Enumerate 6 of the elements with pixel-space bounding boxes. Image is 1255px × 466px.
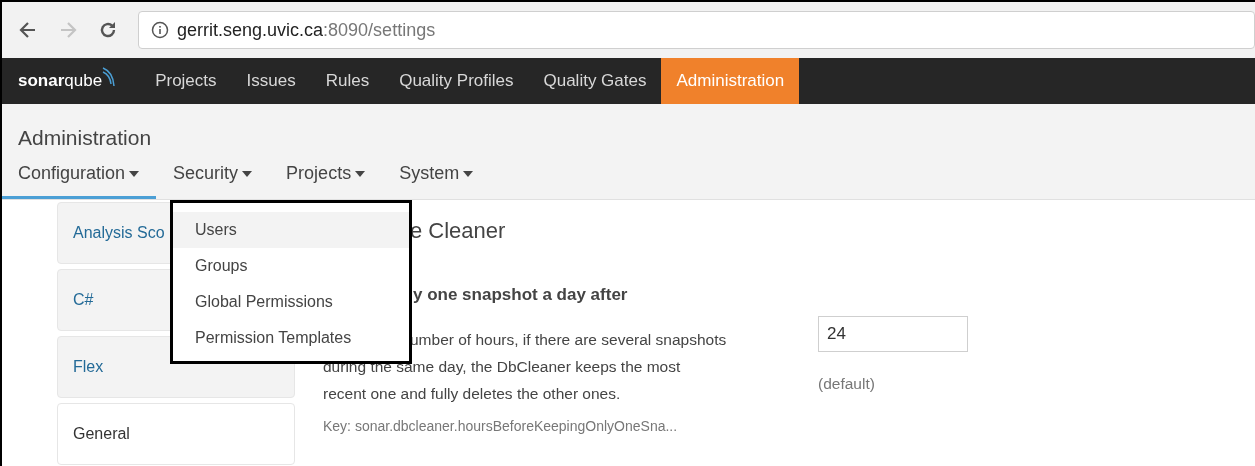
default-label: (default) xyxy=(818,373,876,394)
page-title: Administration xyxy=(18,125,153,151)
setting-description: recent one and fully deletes the other ones. xyxy=(323,383,621,404)
setting-name: y one snapshot a day after xyxy=(413,284,629,306)
setting-key: Key: sonar.dbcleaner.hoursBeforeKeepingOnlyOneSna... xyxy=(323,412,678,440)
url-text: gerrit.seng.uvic.ca:8090/settings xyxy=(177,18,436,42)
